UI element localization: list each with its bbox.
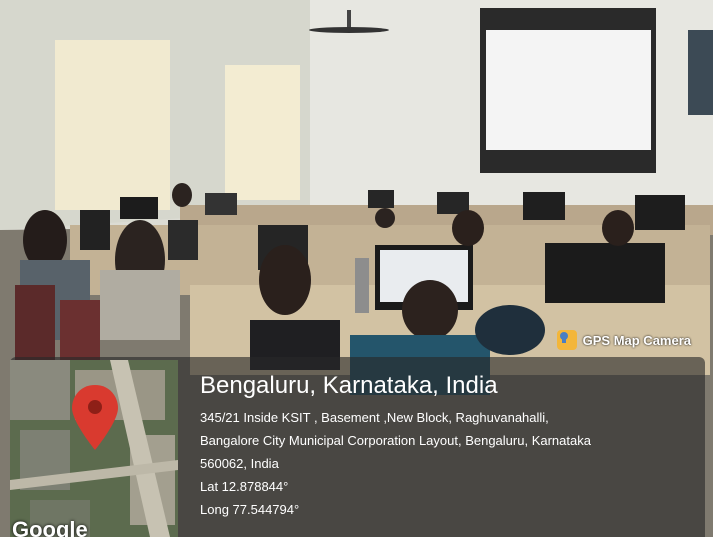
camera-pin-icon <box>556 330 577 350</box>
latitude: Lat 12.878844° <box>200 479 289 494</box>
gps-badge-label: GPS Map Camera <box>582 332 691 348</box>
gps-badge: GPS Map Camera <box>556 330 691 350</box>
address-line: 345/21 Inside KSIT , Basement ,New Block… <box>200 410 549 425</box>
longitude: Long 77.544794° <box>200 502 300 517</box>
map-watermark: Google <box>12 517 88 537</box>
address-line: Bangalore City Municipal Corporation Lay… <box>200 433 591 448</box>
location-info: Bengaluru, Karnataka, India 345/21 Insid… <box>200 372 700 521</box>
location-map: Google <box>10 360 178 537</box>
classroom-photo: GPS Map Camera Google Bengaluru, Karnata… <box>0 0 713 537</box>
location-title: Bengaluru, Karnataka, India <box>200 372 498 399</box>
address-line: 560062, India <box>200 456 279 471</box>
